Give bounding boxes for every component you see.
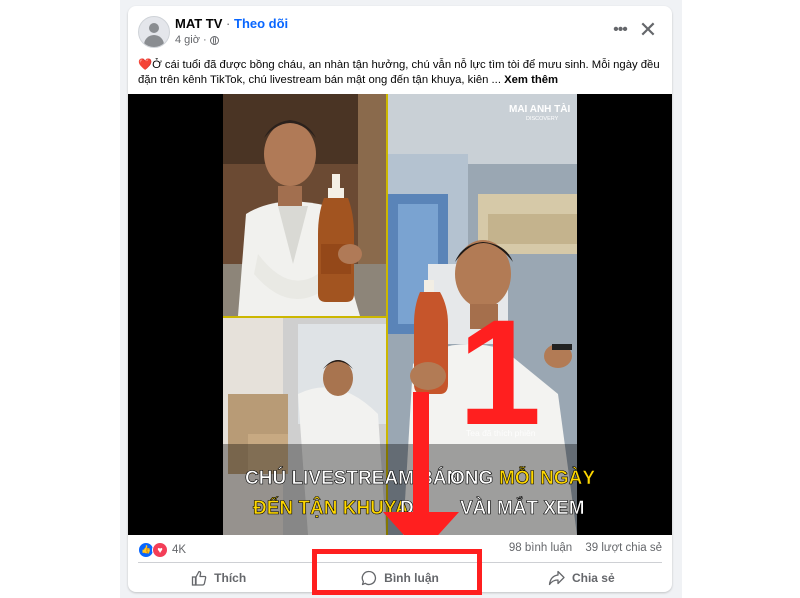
overlay-text-2a: ĐẾN TẬN KHUYA	[253, 497, 409, 519]
reaction-count: 4K	[172, 544, 187, 556]
thumbs-up-icon	[192, 570, 207, 586]
post-meta: 4 giờ ·	[175, 34, 219, 46]
avatar-head	[149, 23, 159, 33]
annotation-highlight-box	[312, 549, 482, 595]
comment-count[interactable]: 98 bình luận	[509, 542, 572, 554]
heart-emoji: ❤️	[138, 59, 153, 71]
more-options-button[interactable]: •••	[608, 20, 632, 40]
share-button[interactable]: Chia sẻ	[491, 563, 672, 592]
share-icon	[548, 570, 565, 585]
overlay-text-1b: ONG	[450, 468, 493, 489]
post-caption: ❤️Ở cái tuổi đã được bồng cháu, an nhàn …	[138, 58, 664, 88]
post-stats: 98 bình luận 39 lượt chia sẻ	[499, 542, 662, 554]
post-video[interactable]: MAI ANH TÀI DISCOVERY Tea đã thích phiên…	[128, 94, 672, 535]
video-watermark: MAI ANH TÀI	[509, 102, 571, 115]
see-more-link[interactable]: Xem thêm	[504, 74, 558, 86]
separator: ·	[226, 16, 231, 31]
share-label: Chia sẻ	[571, 570, 615, 585]
overlay-text-1c: MỖI NGÀY	[499, 467, 595, 489]
avatar-body	[144, 35, 164, 47]
video-watermark-sub: DISCOVERY	[526, 116, 559, 122]
author-line: MAT TV · Theo dõi	[175, 16, 288, 31]
close-button[interactable]: ✕	[636, 18, 660, 42]
like-button[interactable]: Thích	[128, 563, 309, 592]
annotation-number: 1	[458, 288, 541, 456]
post-time[interactable]: 4 giờ ·	[175, 34, 207, 46]
post-card: MAT TV · Theo dõi 4 giờ · ••• ✕ ❤️Ở cái …	[128, 6, 672, 592]
reaction-summary[interactable]: 👍 ♥ 4K	[138, 542, 186, 558]
author-name[interactable]: MAT TV	[175, 16, 222, 31]
avatar[interactable]	[138, 16, 170, 48]
follow-button[interactable]: Theo dõi	[234, 16, 288, 31]
caption-text: Ở cái tuổi đã được bồng cháu, an nhàn tậ…	[138, 59, 660, 86]
video-frame: MAI ANH TÀI DISCOVERY Tea đã thích phiên…	[128, 94, 672, 535]
overlay-text-2c: VÀI MẮT XEM	[460, 497, 585, 519]
post-header: MAT TV · Theo dõi 4 giờ · ••• ✕	[128, 6, 672, 56]
share-count[interactable]: 39 lượt chia sẻ	[585, 542, 662, 554]
like-label: Thích	[214, 570, 247, 585]
globe-icon	[209, 35, 219, 45]
video-panel-top-left	[223, 94, 386, 316]
love-icon: ♥	[152, 542, 168, 558]
